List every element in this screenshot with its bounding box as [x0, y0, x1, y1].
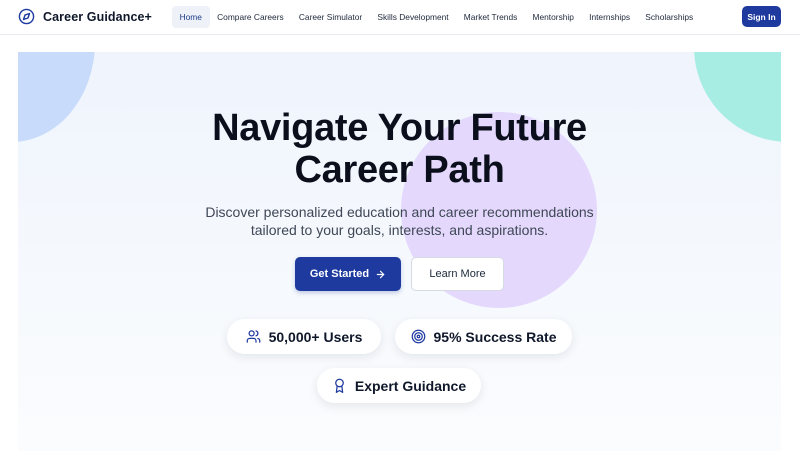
brand-logo[interactable]: Career Guidance+	[18, 8, 152, 25]
hero-headline: Navigate Your Future Career Path	[18, 107, 781, 191]
get-started-button[interactable]: Get Started	[295, 257, 401, 291]
brand-name: Career Guidance+	[43, 9, 152, 24]
award-icon	[334, 378, 344, 393]
stat-badge-expert-guidance: Expert Guidance	[317, 368, 481, 403]
hero-headline-line-2: Career Path	[294, 149, 505, 191]
top-navbar: Career Guidance+ Home Compare Careers Ca…	[0, 0, 800, 35]
stat-success-label: 95% Success Rate	[433, 328, 557, 345]
nav-item-internships[interactable]: Internships	[582, 6, 638, 28]
sign-in-button[interactable]: Sign In	[742, 6, 781, 27]
arrow-right-icon	[376, 270, 385, 278]
hero-subtext-line-2: tailored to your goals, interests, and a…	[250, 222, 549, 238]
hero-section: Navigate Your Future Career Path Discove…	[18, 52, 781, 451]
hero-subtext-line-1: Discover personalized education and care…	[205, 204, 594, 220]
stat-users-label: 50,000+ Users	[268, 328, 363, 345]
get-started-label: Get Started	[309, 268, 370, 280]
compass-icon	[18, 8, 35, 25]
main-nav: Home Compare Careers Career Simulator Sk…	[172, 6, 701, 28]
stat-badge-users: 50,000+ Users	[227, 319, 381, 354]
hero-headline-line-1: Navigate Your Future	[212, 107, 587, 149]
learn-more-button[interactable]: Learn More	[411, 257, 504, 291]
nav-item-market-trends[interactable]: Market Trends	[456, 6, 525, 28]
nav-item-scholarships[interactable]: Scholarships	[638, 6, 701, 28]
hero-subtext: Discover personalized education and care…	[18, 203, 781, 239]
nav-item-skills-development[interactable]: Skills Development	[370, 6, 456, 28]
stat-guidance-label: Expert Guidance	[354, 377, 467, 394]
nav-item-compare-careers[interactable]: Compare Careers	[210, 6, 292, 28]
users-icon	[246, 330, 260, 343]
stat-badge-success-rate: 95% Success Rate	[395, 319, 572, 354]
nav-item-career-simulator[interactable]: Career Simulator	[291, 6, 370, 28]
nav-item-mentorship[interactable]: Mentorship	[525, 6, 582, 28]
target-icon	[411, 329, 425, 344]
nav-item-home[interactable]: Home	[172, 6, 210, 28]
